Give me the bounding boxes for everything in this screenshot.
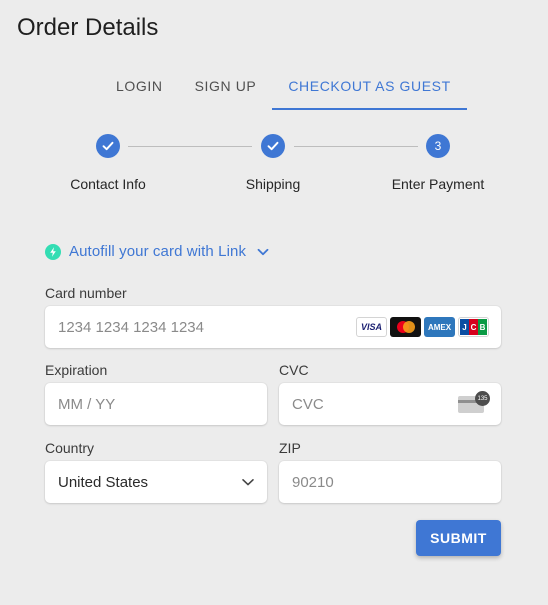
- visa-icon: VISA: [356, 317, 387, 337]
- cvc-placeholder: CVC: [292, 395, 324, 413]
- jcb-icon: JCB: [458, 317, 489, 337]
- card-number-label: Card number: [45, 285, 127, 301]
- card-number-placeholder: 1234 1234 1234 1234: [58, 318, 204, 336]
- zip-label: ZIP: [279, 440, 301, 456]
- expiration-placeholder: MM / YY: [58, 395, 116, 413]
- autofill-link-button[interactable]: Autofill your card with Link: [45, 243, 270, 260]
- auth-tabs: LOGIN SIGN UP CHECKOUT AS GUEST: [100, 62, 468, 110]
- step-label: Shipping: [245, 176, 301, 192]
- step-enter-payment: 3 Enter Payment: [368, 134, 508, 192]
- country-select[interactable]: United States: [45, 461, 267, 503]
- card-brands: VISA AMEX JCB: [356, 317, 489, 337]
- zip-input[interactable]: 90210: [279, 461, 501, 503]
- autofill-label: Autofill your card with Link: [69, 243, 247, 260]
- step-contact-info: Contact Info: [38, 134, 178, 192]
- chevron-down-icon: [256, 245, 270, 259]
- check-icon: [261, 134, 285, 158]
- amex-icon: AMEX: [424, 317, 455, 337]
- country-value: United States: [58, 473, 149, 491]
- country-label: Country: [45, 440, 95, 456]
- bolt-icon: [45, 243, 61, 260]
- checkout-stepper: Contact Info Shipping 3 Enter Payment: [0, 134, 548, 194]
- submit-button[interactable]: SUBMIT: [416, 520, 501, 556]
- mastercard-icon: [390, 317, 421, 337]
- page-title: Order Details: [17, 14, 159, 41]
- step-label: Enter Payment: [391, 176, 485, 192]
- tab-checkout-as-guest[interactable]: CHECKOUT AS GUEST: [272, 62, 468, 110]
- chevron-down-icon: [241, 475, 255, 489]
- step-label: Contact Info: [70, 176, 146, 192]
- tab-sign-up[interactable]: SIGN UP: [179, 62, 273, 110]
- card-number-input[interactable]: 1234 1234 1234 1234 VISA AMEX JCB: [45, 306, 501, 348]
- check-icon: [96, 134, 120, 158]
- zip-placeholder: 90210: [292, 473, 334, 491]
- expiration-input[interactable]: MM / YY: [45, 383, 267, 425]
- step-shipping: Shipping: [203, 134, 343, 192]
- cvc-card-icon: 135: [458, 391, 490, 413]
- cvc-label: CVC: [279, 362, 309, 378]
- expiration-label: Expiration: [45, 362, 108, 378]
- tab-login[interactable]: LOGIN: [100, 62, 179, 110]
- cvc-input[interactable]: CVC 135: [279, 383, 501, 425]
- step-number: 3: [426, 134, 450, 158]
